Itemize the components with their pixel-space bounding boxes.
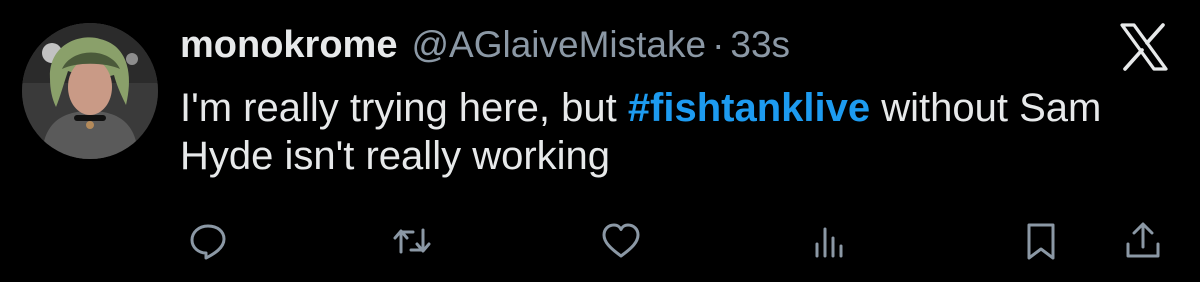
post-header: monokrome @AGlaiveMistake · 33s [180, 24, 790, 74]
separator-dot: · [712, 24, 725, 65]
timestamp[interactable]: 33s [730, 24, 790, 66]
reply-icon[interactable] [185, 218, 231, 264]
views-icon[interactable] [808, 218, 854, 264]
display-name[interactable]: monokrome [180, 24, 397, 67]
tweet-card[interactable]: monokrome @AGlaiveMistake · 33s I'm real… [0, 0, 1200, 282]
avatar-image [22, 23, 158, 159]
avatar[interactable] [22, 23, 158, 159]
post-text: I'm really trying here, but #fishtankliv… [180, 84, 1170, 180]
action-bar [0, 218, 1200, 264]
x-logo-icon[interactable] [1118, 22, 1170, 72]
share-icon[interactable] [1120, 218, 1166, 264]
repost-icon[interactable] [389, 218, 435, 264]
bookmark-icon[interactable] [1018, 218, 1064, 264]
like-icon[interactable] [598, 218, 644, 264]
post-text-before: I'm really trying here, but [180, 86, 628, 130]
handle[interactable]: @AGlaiveMistake [411, 24, 706, 66]
hashtag-link[interactable]: #fishtanklive [628, 86, 870, 130]
